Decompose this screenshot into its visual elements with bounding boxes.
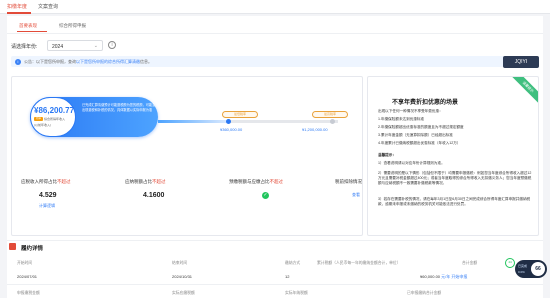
rules-line: 3）若存在需要补税的情况，请在每年3月1日至6月30日之间完成综合所得年度汇算申…	[378, 197, 531, 207]
table-header: 开始时间	[17, 261, 33, 265]
metric-label: 预缴税额与应缴占比不超过	[229, 179, 283, 184]
metric-label: 税前扣除情况	[335, 179, 362, 184]
rules-line: 3.累计年度金额（无速算扣除额）已经超出标准	[378, 133, 453, 137]
rules-tip-title: 温馨提示：	[378, 153, 396, 157]
metric-label: 应税收入所得占比不超过	[21, 179, 71, 184]
table-header: 缴纳方式	[285, 261, 301, 265]
metric-value: 4.529	[39, 192, 57, 199]
info-icon: i	[15, 58, 21, 65]
divider	[7, 240, 543, 241]
rules-line: 4.年度累计已缴纳税额超出优惠标准（年收入12万）	[378, 141, 461, 145]
fab-label-2: 0.0%	[518, 270, 525, 274]
chevron-down-icon: ⌄	[93, 43, 98, 49]
rules-card: 温馨提示 不享年费折扣优惠的场景 出现以下任何一种情况不享受年费优惠： 1.年缴…	[367, 76, 539, 236]
income-pill: ¥86,200.77 已申 综合所得年收入 (以前年收入) 已完成汇算清缴预计可…	[30, 97, 158, 137]
table-header: 累计税额（人民币每一年的缴纳金额合计，单位）	[317, 261, 401, 265]
check-icon: ✓	[262, 192, 269, 199]
divider	[7, 284, 543, 285]
rules-title: 不享年费折扣优惠的场景	[392, 100, 459, 106]
info-icon[interactable]: i	[108, 41, 116, 49]
top-tab-bar: 扣缴年度 文案查询	[0, 0, 550, 14]
divider	[7, 33, 543, 34]
table-cell: 2024/10/31	[172, 274, 193, 279]
tax-overview-card: ¥86,200.77 已申 综合所得年收入 (以前年收入) 已完成汇算清缴预计可…	[11, 76, 363, 236]
table-header: 申报缴税金额	[17, 291, 40, 295]
max-rate-marker: 最高税率	[312, 111, 348, 118]
subtab-overview[interactable]: 首要表现	[19, 21, 37, 30]
year-select[interactable]: 2024 ⌄	[47, 40, 103, 51]
year-select-value: 2024	[52, 43, 64, 50]
table-header: 实际年纳税额	[285, 291, 308, 295]
notice-bar: i 公告：以下是您所申报，查询以下是您所申报的综合所得汇算清缴信息。	[11, 56, 539, 67]
ribbon-badge: 温馨提示	[511, 77, 538, 104]
table-cell: 2024/07/01	[17, 274, 38, 279]
document-icon	[9, 243, 16, 250]
brand-badge: JQIYI	[503, 56, 539, 68]
logic-link[interactable]: 计算逻辑	[39, 203, 55, 209]
table-header: 合计金额	[462, 261, 478, 265]
rules-line: 1.年缴保险额未达到优惠标准	[378, 117, 425, 121]
income-sub-label: 综合所得年收入	[44, 117, 66, 121]
active-tab-indicator	[7, 12, 31, 14]
rules-line: 2）需要说明的是以下情形（包括但不限于）均需要申报缴税：例如您当年度综合所得收入…	[378, 171, 532, 186]
fab-label: 已完成	[518, 264, 528, 268]
view-link[interactable]: 查看	[352, 192, 360, 198]
metric-label: 应纳税额占比不超过	[125, 179, 166, 184]
main-panel: 首要表现 综合所得申报 请选择年份: 2024 ⌄ i i 公告：以下是您所申报…	[7, 16, 543, 298]
year-label: 请选择年份:	[11, 44, 38, 50]
progress-track	[158, 120, 228, 123]
fab-percentage: 66	[531, 262, 545, 276]
table-header: 已申报缴纳合计金额	[407, 291, 442, 295]
income-sub-label-2: (以前年收入)	[34, 123, 51, 127]
income-amount: ¥86,200.77	[34, 106, 75, 115]
metric-value: 4.1600	[143, 192, 165, 199]
progress-marker-dot	[330, 119, 335, 124]
table-cell-amount: ¥60,000.00 元/年 开始申报	[420, 274, 468, 279]
rules-line: 1）查看说明请以对应年份计算规则为准。	[378, 161, 445, 165]
income-description: 已完成汇算清缴预计可能退税额为您的税额，可能会出现退税和补税的情况，具体数据以实…	[82, 103, 156, 112]
progress-track-rest	[228, 120, 338, 123]
min-rate-marker: 最低税率	[222, 111, 258, 118]
declare-link[interactable]: 开始申报	[451, 274, 467, 279]
tab-query[interactable]: 文案查询	[38, 3, 58, 10]
table-cell: 12	[285, 274, 290, 279]
floating-assistant-button[interactable]: 已完成 0.0% 66	[515, 260, 547, 278]
max-rate-value: ¥1,200,000.00	[302, 127, 328, 132]
details-title: 履约详情	[9, 243, 43, 252]
table-header: 实际应缴税额	[172, 291, 195, 295]
active-subtab-indicator	[17, 31, 47, 33]
notice-text: 公告：以下是您所申报，查询以下是您所申报的综合所得汇算清缴信息。	[24, 59, 152, 64]
subtab-comprehensive[interactable]: 综合所得申报	[59, 21, 86, 30]
status-badge: 已申	[34, 117, 43, 121]
tab-tax-deduction[interactable]: 扣缴年度	[7, 3, 27, 10]
min-rate-value: ¥360,000.00	[220, 127, 243, 132]
rules-line: 出现以下任何一种情况不享受年费优惠：	[378, 109, 443, 113]
rules-line: 2.年缴保险额超出优惠标准的额度且为不超过规定额度	[378, 125, 464, 129]
progress-ring: 44	[505, 258, 515, 268]
notice-link[interactable]: 以下是您所申报的综合所得汇算清缴	[76, 59, 140, 64]
progress-marker-dot	[226, 119, 231, 124]
table-header: 结束时间	[172, 261, 188, 265]
